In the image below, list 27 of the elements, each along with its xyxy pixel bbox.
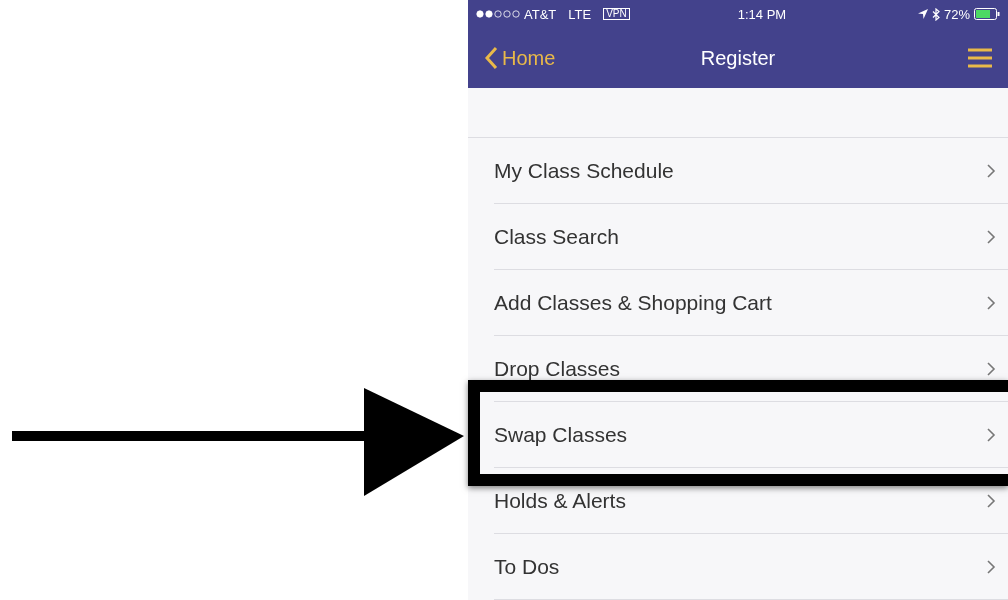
menu-item[interactable]: Swap Classes <box>494 402 1008 468</box>
vpn-badge: VPN <box>603 8 630 21</box>
menu-item[interactable]: My Class Schedule <box>494 138 1008 204</box>
menu-item[interactable]: Holds & Alerts <box>494 468 1008 534</box>
signal-icon <box>476 10 520 19</box>
screen-title: Register <box>700 46 776 72</box>
menu-item[interactable]: Drop Classes <box>494 336 1008 402</box>
network-text: LTE <box>568 5 592 24</box>
chevron-left-icon <box>484 46 498 71</box>
menu-item[interactable]: To Dos <box>494 534 1008 600</box>
chevron-right-icon <box>986 162 996 179</box>
menu-icon[interactable] <box>968 48 992 69</box>
menu-item[interactable]: Class Search <box>494 204 1008 270</box>
chevron-right-icon <box>986 360 996 377</box>
chevron-right-icon <box>986 426 996 443</box>
clock-text: 1:14 PM <box>736 5 788 24</box>
location-icon <box>917 9 928 20</box>
chevron-right-icon <box>986 558 996 575</box>
chevron-right-icon <box>986 294 996 311</box>
carrier-text: AT&T <box>524 5 557 24</box>
menu-item[interactable]: Add Classes & Shopping Cart <box>494 270 1008 336</box>
bluetooth-icon <box>931 7 940 21</box>
chevron-right-icon <box>986 492 996 509</box>
back-button[interactable]: Home <box>484 43 556 74</box>
chevron-right-icon <box>986 228 996 245</box>
battery-icon <box>974 8 1000 21</box>
battery-text: 72% <box>943 5 970 24</box>
